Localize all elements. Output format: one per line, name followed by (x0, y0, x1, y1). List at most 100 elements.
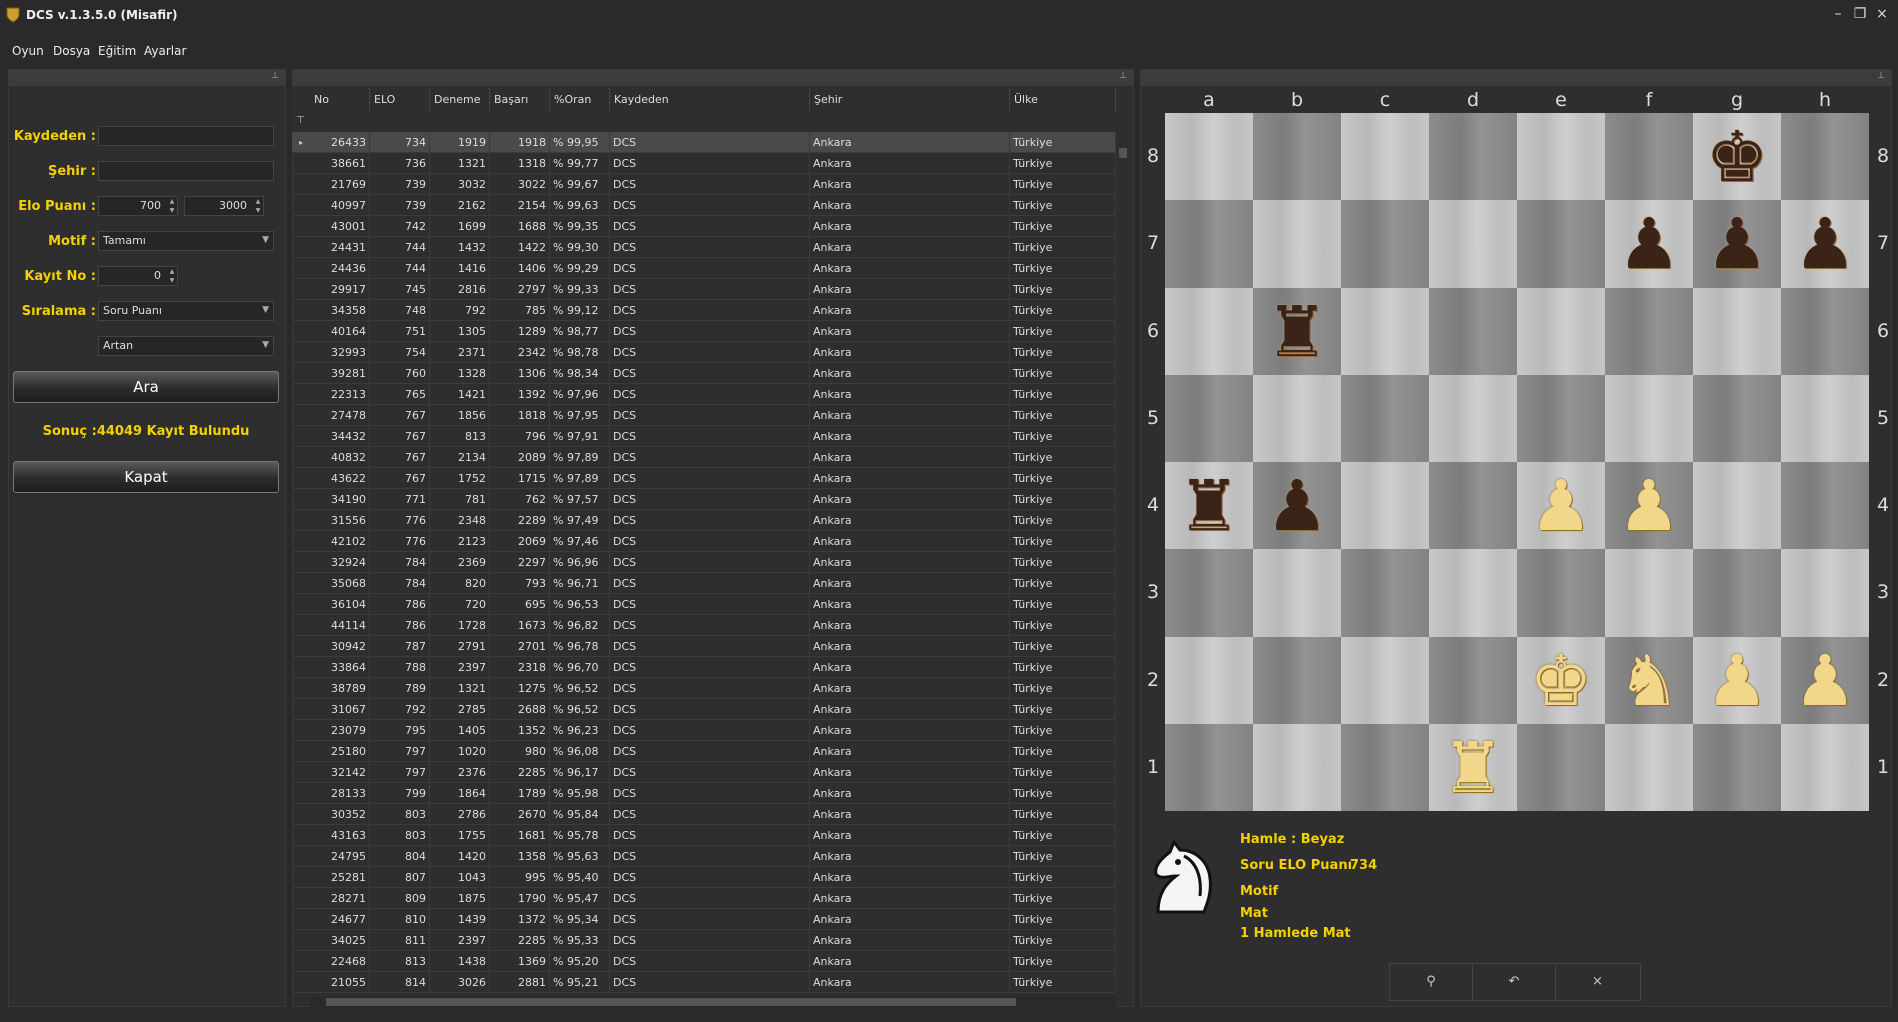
close-icon[interactable]: × (1556, 964, 1639, 1000)
row-indicator[interactable] (292, 342, 310, 363)
restore-icon[interactable]: ❐ (1850, 6, 1870, 22)
square-c4[interactable] (1341, 462, 1429, 550)
table-row[interactable]: 24795 804 1420 1358% 95,63 DCS Ankara Türkiye (292, 846, 1116, 867)
square-a6[interactable] (1165, 287, 1253, 375)
col-sehir[interactable]: Şehir (810, 88, 1010, 112)
square-d4[interactable] (1429, 462, 1517, 550)
black-king-icon[interactable]: ♚ (1693, 117, 1781, 197)
square-d2[interactable] (1429, 636, 1517, 724)
table-row[interactable]: 31067 792 2785 2688% 96,52 DCS Ankara Türkiye (292, 699, 1116, 720)
row-indicator[interactable] (292, 531, 310, 552)
row-indicator[interactable] (292, 384, 310, 405)
table-row[interactable]: 30942 787 2791 2701% 96,78 DCS Ankara Türkiye (292, 636, 1116, 657)
square-h3[interactable] (1781, 549, 1869, 637)
table-row[interactable]: 24436 744 1416 1406% 99,29 DCS Ankara Türkiye (292, 258, 1116, 279)
square-a3[interactable] (1165, 549, 1253, 637)
row-indicator[interactable] (292, 699, 310, 720)
row-indicator[interactable] (292, 153, 310, 174)
table-row[interactable]: 35068 784 820 793% 96,71 DCS Ankara Türkiye (292, 573, 1116, 594)
row-indicator[interactable] (292, 468, 310, 489)
scroll-thumb[interactable] (1119, 148, 1127, 158)
table-row[interactable]: 43163 803 1755 1681% 95,78 DCS Ankara Türkiye (292, 825, 1116, 846)
square-e7[interactable] (1517, 200, 1605, 288)
square-g3[interactable] (1693, 549, 1781, 637)
square-h1[interactable] (1781, 723, 1869, 811)
table-row[interactable]: 27478 767 1856 1818% 97,95 DCS Ankara Türkiye (292, 405, 1116, 426)
row-indicator[interactable] (292, 846, 310, 867)
table-row[interactable]: 32993 754 2371 2342% 98,78 DCS Ankara Türkiye (292, 342, 1116, 363)
square-d8[interactable] (1429, 113, 1517, 201)
table-row[interactable]: 32924 784 2369 2297% 96,96 DCS Ankara Türkiye (292, 552, 1116, 573)
row-indicator[interactable] (292, 888, 310, 909)
table-row[interactable]: 40832 767 2134 2089% 97,89 DCS Ankara Türkiye (292, 447, 1116, 468)
siralama-select[interactable]: Soru Puanı ▼ (98, 301, 274, 321)
row-indicator[interactable] (292, 741, 310, 762)
order-select[interactable]: Artan ▼ (98, 336, 274, 356)
table-row[interactable]: 22468 813 1438 1369% 95,20 DCS Ankara Türkiye (292, 951, 1116, 972)
table-row[interactable]: 28271 809 1875 1790% 95,47 DCS Ankara Türkiye (292, 888, 1116, 909)
row-indicator[interactable] (292, 321, 310, 342)
pin-icon[interactable]: ⊥ (1119, 71, 1127, 81)
square-c6[interactable] (1341, 287, 1429, 375)
sehir-input[interactable] (98, 161, 274, 181)
square-e6[interactable] (1517, 287, 1605, 375)
square-b7[interactable] (1253, 200, 1341, 288)
motif-select[interactable]: Tamamı ▼ (98, 231, 274, 251)
square-b8[interactable] (1253, 113, 1341, 201)
square-f8[interactable] (1605, 113, 1693, 201)
row-indicator[interactable] (292, 972, 310, 993)
white-pawn-icon[interactable]: ♟ (1605, 466, 1693, 546)
square-h8[interactable] (1781, 113, 1869, 201)
elo-max-stepper[interactable]: 3000 ▲ ▼ (184, 196, 264, 216)
square-a2[interactable] (1165, 636, 1253, 724)
row-indicator[interactable] (292, 489, 310, 510)
table-row[interactable]: 36104 786 720 695% 96,53 DCS Ankara Türkiye (292, 594, 1116, 615)
square-f6[interactable] (1605, 287, 1693, 375)
col-no[interactable]: No (310, 88, 370, 112)
square-d7[interactable] (1429, 200, 1517, 288)
vertical-scrollbar[interactable] (1116, 132, 1130, 996)
row-indicator[interactable] (292, 426, 310, 447)
table-row[interactable]: 38789 789 1321 1275% 96,52 DCS Ankara Türkiye (292, 678, 1116, 699)
white-rook-icon[interactable]: ♜ (1429, 728, 1517, 808)
table-row[interactable]: 42102 776 2123 2069% 97,46 DCS Ankara Türkiye (292, 531, 1116, 552)
square-e1[interactable] (1517, 723, 1605, 811)
square-e5[interactable] (1517, 374, 1605, 462)
table-row[interactable]: 28133 799 1864 1789% 95,98 DCS Ankara Türkiye (292, 783, 1116, 804)
stepper-arrows-icon[interactable]: ▲ ▼ (253, 197, 263, 215)
square-c2[interactable] (1341, 636, 1429, 724)
table-row[interactable]: 22313 765 1421 1392% 97,96 DCS Ankara Türkiye (292, 384, 1116, 405)
square-e8[interactable] (1517, 113, 1605, 201)
square-h4[interactable] (1781, 462, 1869, 550)
row-indicator[interactable] (292, 930, 310, 951)
square-b5[interactable] (1253, 374, 1341, 462)
white-pawn-icon[interactable]: ♟ (1693, 641, 1781, 721)
table-row[interactable]: 33864 788 2397 2318% 96,70 DCS Ankara Türkiye (292, 657, 1116, 678)
square-f1[interactable] (1605, 723, 1693, 811)
square-a5[interactable] (1165, 374, 1253, 462)
square-b3[interactable] (1253, 549, 1341, 637)
table-row[interactable]: 43622 767 1752 1715% 97,89 DCS Ankara Türkiye (292, 468, 1116, 489)
table-row[interactable]: 25180 797 1020 980% 96,08 DCS Ankara Türkiye (292, 741, 1116, 762)
square-c7[interactable] (1341, 200, 1429, 288)
black-pawn-icon[interactable]: ♟ (1253, 466, 1341, 546)
square-d6[interactable] (1429, 287, 1517, 375)
row-indicator[interactable] (292, 237, 310, 258)
row-indicator[interactable] (292, 447, 310, 468)
row-indicator[interactable] (292, 804, 310, 825)
black-rook-icon[interactable]: ♜ (1253, 292, 1341, 372)
table-row[interactable]: 30352 803 2786 2670% 95,84 DCS Ankara Türkiye (292, 804, 1116, 825)
square-d5[interactable] (1429, 374, 1517, 462)
square-b1[interactable] (1253, 723, 1341, 811)
chess-board[interactable]: ♚ ♟ ♟ ♟ ♜ ♜ ♟ ♟ ♟ ♚ ♞ ♟ ♟ ♜ (1165, 113, 1869, 811)
search-icon[interactable]: ⚲ (1390, 964, 1473, 1000)
close-window-icon[interactable]: × (1872, 6, 1892, 22)
square-g5[interactable] (1693, 374, 1781, 462)
table-row[interactable]: 44114 786 1728 1673% 96,82 DCS Ankara Türkiye (292, 615, 1116, 636)
table-row[interactable]: 38661 736 1321 1318% 99,77 DCS Ankara Türkiye (292, 153, 1116, 174)
square-f5[interactable] (1605, 374, 1693, 462)
col-ulke[interactable]: Ülke (1010, 88, 1116, 112)
square-f3[interactable] (1605, 549, 1693, 637)
col-elo[interactable]: ELO (370, 88, 430, 112)
row-indicator[interactable] (292, 678, 310, 699)
